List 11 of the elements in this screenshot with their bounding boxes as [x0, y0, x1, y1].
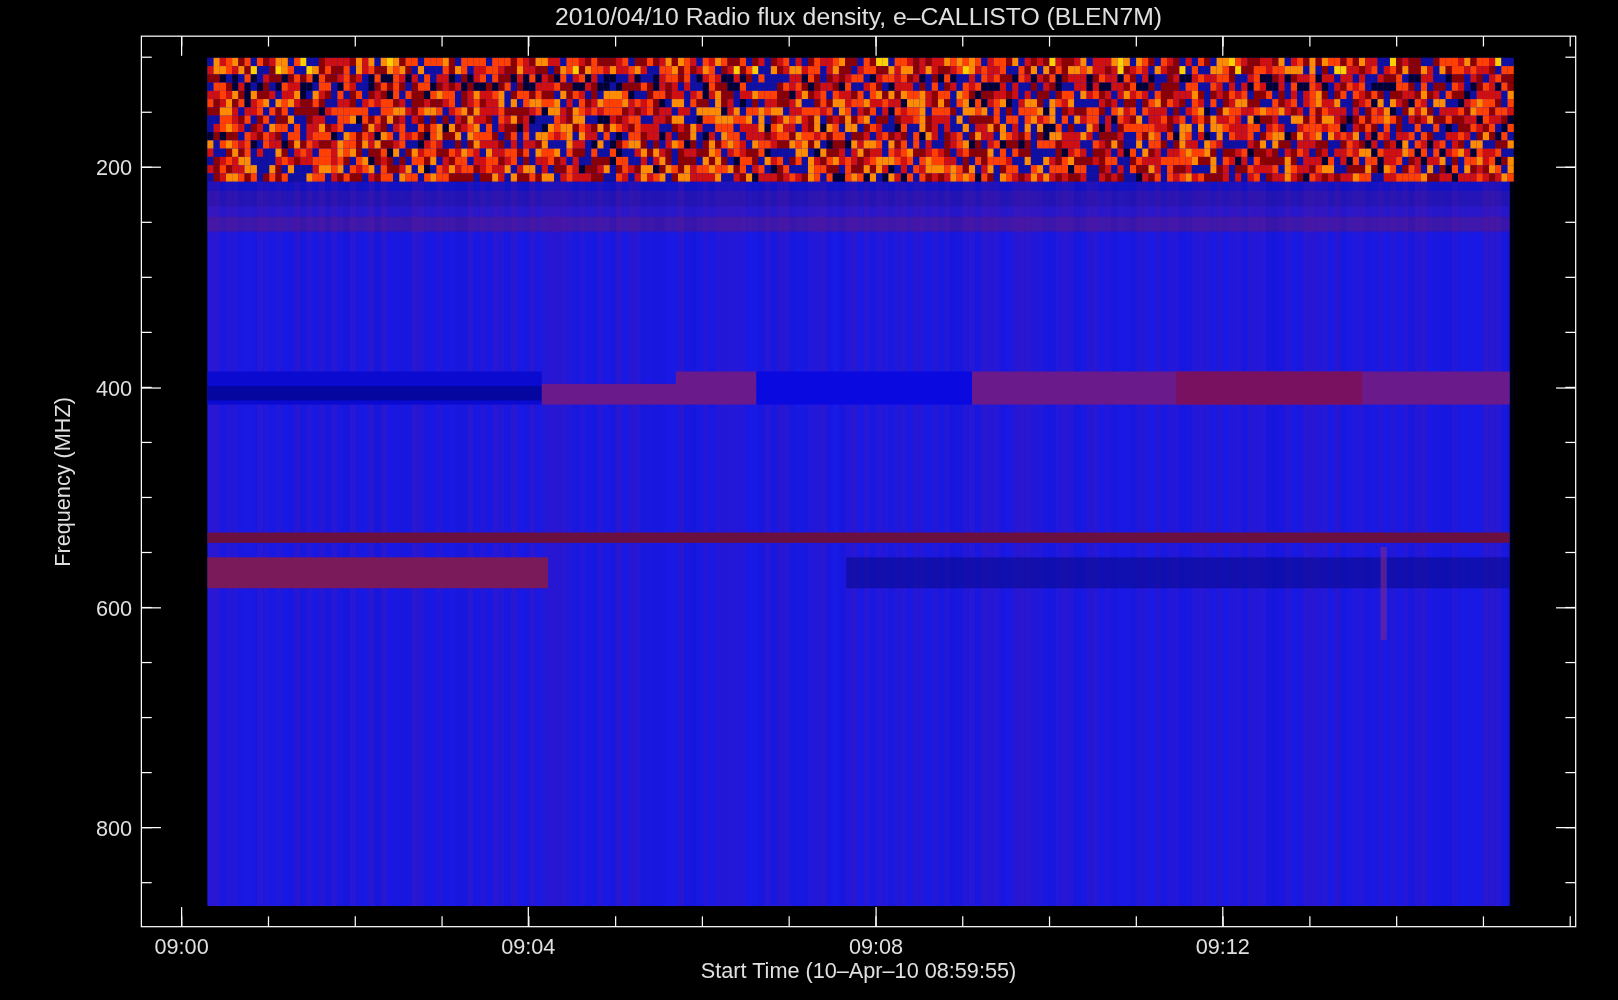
y-axis-label: Frequency (MHZ): [50, 397, 76, 567]
x-tick-label: 09:04: [501, 933, 556, 959]
x-axis-label: Start Time (10–Apr–10 08:59:55): [700, 958, 1017, 984]
x-tick-label: 09:12: [1195, 933, 1250, 959]
x-tick-label: 09:08: [848, 933, 904, 959]
plot-title: 2010/04/10 Radio flux density, e–CALLISTO (BLEN7M): [554, 2, 1163, 30]
y-tick-label: 600: [95, 596, 133, 622]
y-tick-label: 800: [95, 815, 133, 841]
y-tick-label: 200: [95, 155, 133, 181]
x-tick-label: 09:00: [154, 933, 209, 959]
y-tick-label: 400: [95, 376, 133, 402]
